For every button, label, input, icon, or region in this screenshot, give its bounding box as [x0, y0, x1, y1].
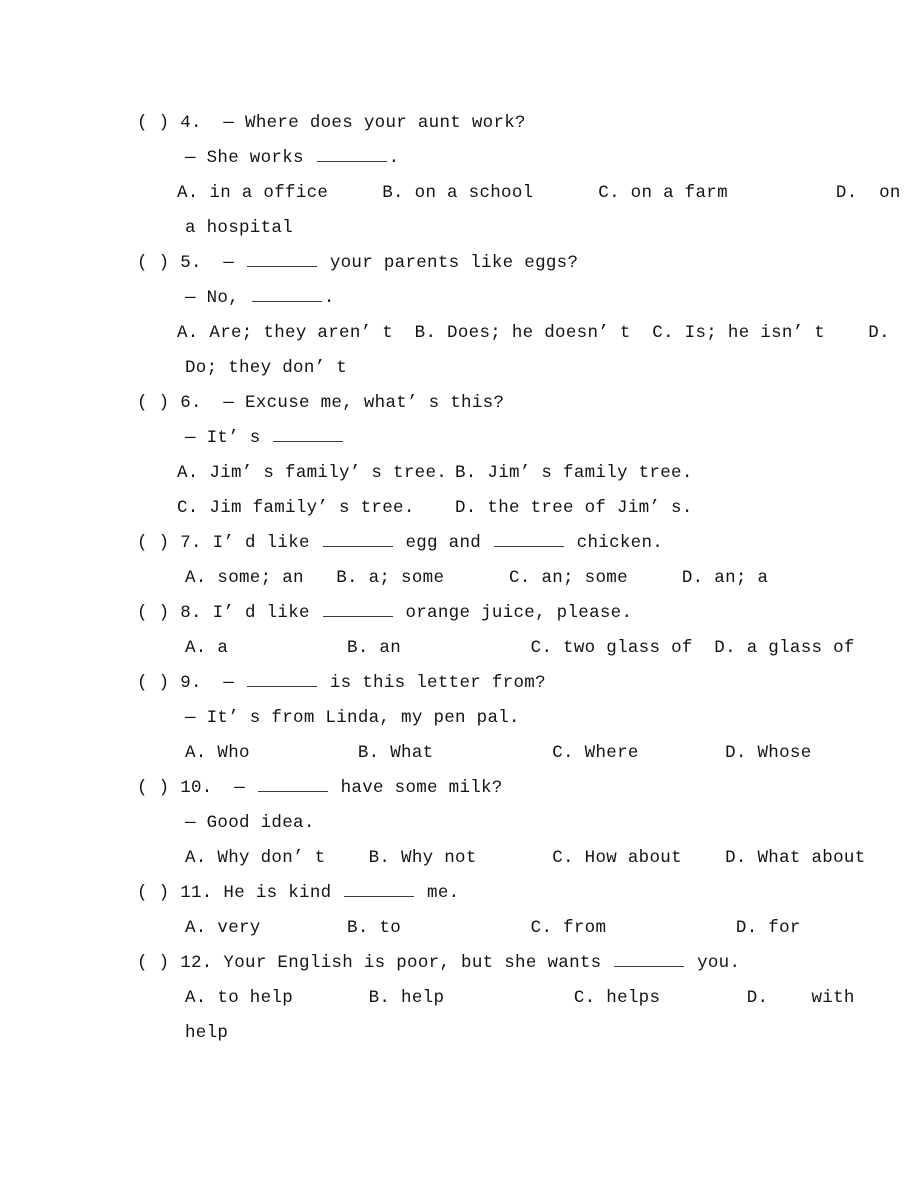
answer-blank[interactable] — [273, 427, 344, 442]
question-5-answer-line: — No, . — [137, 281, 797, 316]
question-9-answer-text: — It’ s from Linda, my pen pal. — [185, 708, 520, 728]
question-5-options[interactable]: A. Are; they aren’ t B. Does; he doesn’ … — [137, 316, 890, 351]
question-12-prompt-tail: you. — [686, 953, 741, 973]
question-5-prompt: ( ) 5. — your parents like eggs? — [137, 246, 797, 281]
question-4-options-text: A. in a office B. on a school C. on a fa… — [177, 183, 901, 203]
question-10-prompt-head: ( ) 10. — — [137, 778, 256, 798]
answer-blank[interactable] — [247, 252, 318, 267]
question-list: ( ) 4. — Where does your aunt work? — Sh… — [137, 106, 900, 1051]
answer-blank[interactable] — [251, 287, 322, 302]
question-11-options-text: A. very B. to C. from D. for — [185, 918, 801, 938]
question-4-answer-head: — She works — [185, 148, 315, 168]
question-12-prompt: ( ) 12. Your English is poor, but she wa… — [137, 946, 797, 981]
question-6-prompt: ( ) 6. — Excuse me, what’ s this? — [137, 386, 797, 421]
question-11-prompt: ( ) 11. He is kind me. — [137, 876, 797, 911]
question-8-prompt: ( ) 8. I’ d like orange juice, please. — [137, 596, 797, 631]
question-9-options[interactable]: A. Who B. What C. Where D. Whose — [137, 736, 811, 771]
question-4-prompt-text: ( ) 4. — Where does your aunt work? — [137, 113, 526, 133]
question-5-answer-tail: . — [323, 288, 335, 308]
question-9-prompt-tail: is this letter from? — [319, 673, 546, 693]
question-9-answer-line: — It’ s from Linda, my pen pal. — [137, 701, 797, 736]
answer-blank[interactable] — [322, 602, 393, 617]
question-7-options-text: A. some; an B. a; some C. an; some D. an… — [185, 568, 769, 588]
question-4-options[interactable]: A. in a office B. on a school C. on a fa… — [137, 176, 900, 211]
question-7-options[interactable]: A. some; an B. a; some C. an; some D. an… — [137, 561, 797, 596]
question-10-prompt: ( ) 10. — have some milk? — [137, 771, 797, 806]
question-10-answer-text: — Good idea. — [185, 813, 315, 833]
worksheet-page: ( ) 4. — Where does your aunt work? — Sh… — [0, 0, 920, 1192]
option-b[interactable]: B. Jim’ s family tree. — [455, 456, 693, 491]
question-5-answer-head: — No, — [185, 288, 250, 308]
question-11-options[interactable]: A. very B. to C. from D. for — [137, 911, 800, 946]
question-10-options[interactable]: A. Why don’ t B. Why not C. How about D.… — [137, 841, 865, 876]
question-8-prompt-head: ( ) 8. I’ d like — [137, 603, 321, 623]
question-5-prompt-head: ( ) 5. — — [137, 253, 246, 273]
question-7-prompt-head: ( ) 7. I’ d like — [137, 533, 321, 553]
question-4-prompt: ( ) 4. — Where does your aunt work? — [137, 106, 797, 141]
question-5-options-wrap-text: Do; they don’ t — [185, 358, 348, 378]
question-4-answer-line: — She works . — [137, 141, 797, 176]
question-6-options-row-1[interactable]: A. Jim’ s family’ s tree. B. Jim’ s famil… — [137, 456, 797, 491]
question-12-options-wrap: help — [137, 1016, 797, 1051]
question-9-prompt: ( ) 9. — is this letter from? — [137, 666, 797, 701]
option-a[interactable]: A. Jim’ s family’ s tree. — [177, 456, 455, 491]
question-5-prompt-tail: your parents like eggs? — [319, 253, 579, 273]
question-10-prompt-tail: have some milk? — [329, 778, 503, 798]
answer-blank[interactable] — [344, 882, 415, 897]
option-d[interactable]: D. the tree of Jim’ s. — [455, 491, 693, 526]
question-7-prompt-tail: chicken. — [565, 533, 664, 553]
question-8-options[interactable]: A. a B. an C. two glass of D. a glass of — [137, 631, 854, 666]
question-10-options-text: A. Why don’ t B. Why not C. How about D.… — [185, 848, 866, 868]
question-9-prompt-head: ( ) 9. — — [137, 673, 246, 693]
question-6-options-row-2[interactable]: C. Jim family’ s tree. D. the tree of Jim… — [137, 491, 797, 526]
answer-blank[interactable] — [614, 952, 685, 967]
question-12-options-wrap-text: help — [185, 1023, 229, 1043]
question-4-options-wrap: a hospital — [137, 211, 797, 246]
question-8-options-text: A. a B. an C. two glass of D. a glass of — [185, 638, 855, 658]
question-6-answer-head: — It’ s — [185, 428, 272, 448]
answer-blank[interactable] — [247, 672, 318, 687]
answer-blank[interactable] — [322, 532, 393, 547]
question-5-options-wrap: Do; they don’ t — [137, 351, 797, 386]
question-6-prompt-text: ( ) 6. — Excuse me, what’ s this? — [137, 393, 505, 413]
question-6-answer-line: — It’ s — [137, 421, 797, 456]
question-7-prompt-mid: egg and — [394, 533, 492, 553]
question-4-options-wrap-text: a hospital — [185, 218, 294, 238]
question-9-options-text: A. Who B. What C. Where D. Whose — [185, 743, 812, 763]
question-11-prompt-tail: me. — [416, 883, 460, 903]
question-12-options[interactable]: A. to help B. help C. helps D. with — [137, 981, 854, 1016]
question-7-prompt: ( ) 7. I’ d like egg and chicken. — [137, 526, 797, 561]
question-12-options-text: A. to help B. help C. helps D. with — [185, 988, 855, 1008]
question-10-answer-line: — Good idea. — [137, 806, 797, 841]
answer-blank[interactable] — [493, 532, 564, 547]
question-8-prompt-tail: orange juice, please. — [394, 603, 633, 623]
answer-blank[interactable] — [316, 147, 387, 162]
question-12-prompt-head: ( ) 12. Your English is poor, but she wa… — [137, 953, 613, 973]
option-c[interactable]: C. Jim family’ s tree. — [177, 491, 455, 526]
question-5-options-text: A. Are; they aren’ t B. Does; he doesn’ … — [177, 323, 890, 343]
question-4-answer-tail: . — [388, 148, 400, 168]
answer-blank[interactable] — [257, 777, 328, 792]
question-11-prompt-head: ( ) 11. He is kind — [137, 883, 343, 903]
